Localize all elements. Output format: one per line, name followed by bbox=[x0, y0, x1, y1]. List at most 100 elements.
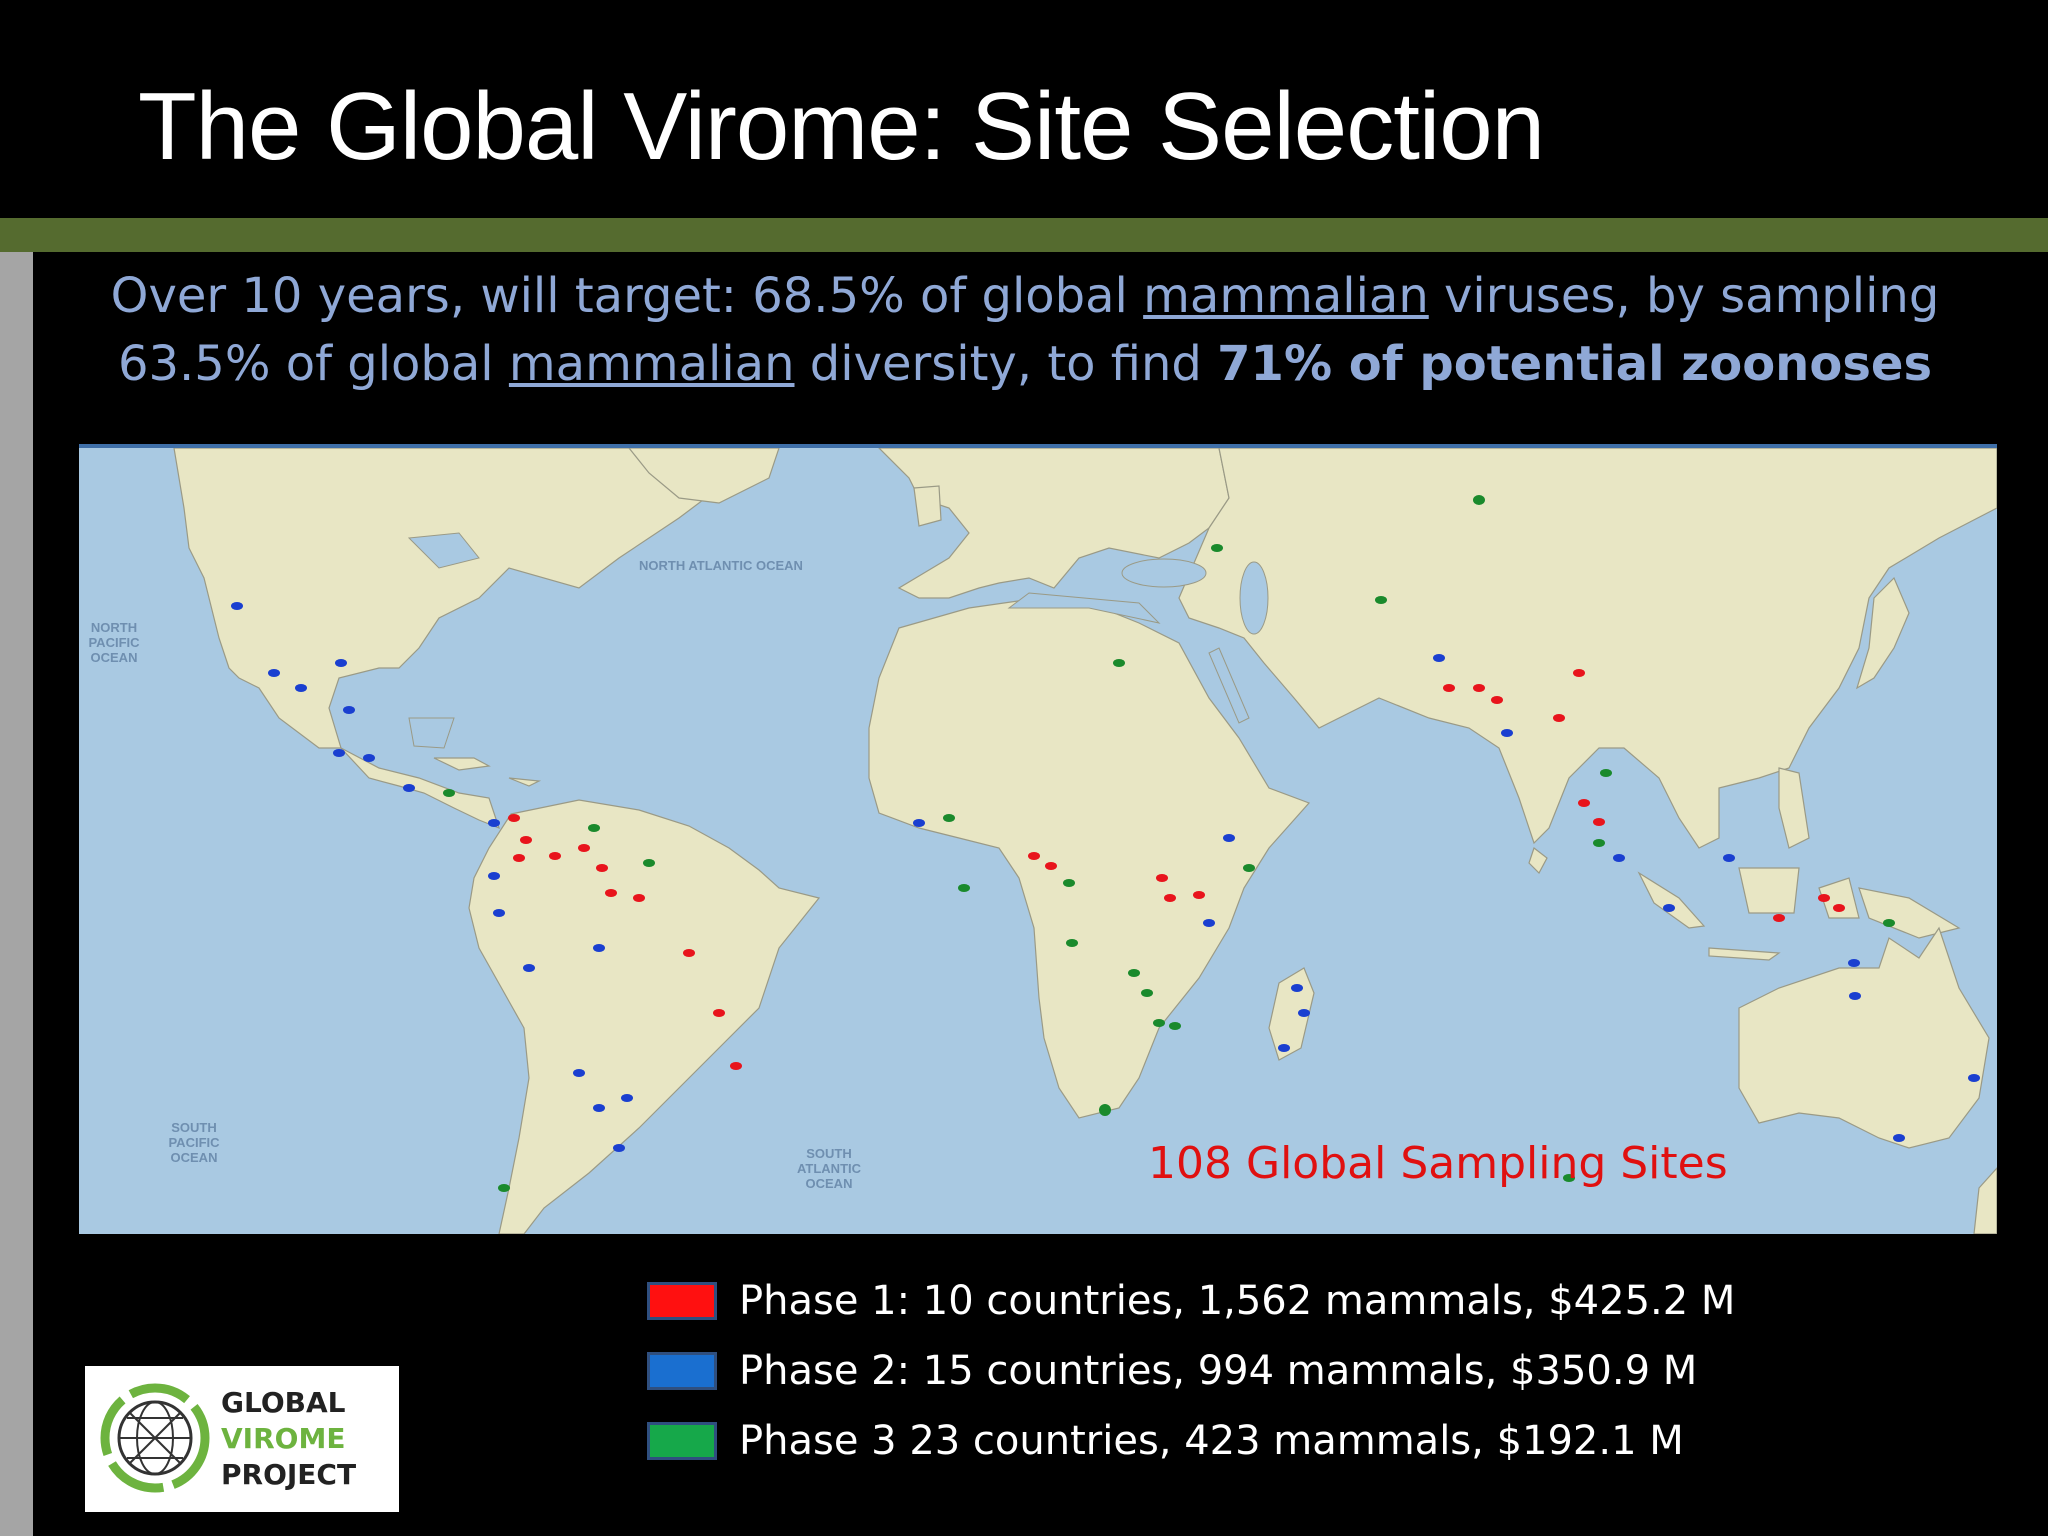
site-marker bbox=[1169, 1022, 1181, 1030]
site-marker bbox=[1223, 834, 1235, 842]
site-marker bbox=[1593, 839, 1605, 847]
site-marker bbox=[1501, 729, 1513, 737]
site-marker bbox=[1375, 596, 1387, 604]
site-marker bbox=[1600, 769, 1612, 777]
site-marker bbox=[1164, 894, 1176, 902]
site-marker bbox=[1113, 659, 1125, 667]
logo-text-line-3: PROJECT bbox=[221, 1458, 357, 1491]
site-marker bbox=[1553, 714, 1565, 722]
site-marker bbox=[1893, 1134, 1905, 1142]
site-marker bbox=[1833, 904, 1845, 912]
site-marker bbox=[1278, 1044, 1290, 1052]
site-marker bbox=[520, 836, 532, 844]
site-marker bbox=[523, 964, 535, 972]
title-bar: The Global Virome: Site Selection bbox=[0, 0, 2048, 218]
site-marker bbox=[1128, 969, 1140, 977]
site-marker bbox=[1243, 864, 1255, 872]
site-marker bbox=[1028, 852, 1040, 860]
ocean-label-north-pacific: NORTH PACIFIC OCEAN bbox=[88, 620, 140, 665]
site-marker bbox=[1066, 939, 1078, 947]
subtitle-text: 63.5% of global bbox=[117, 336, 509, 392]
site-marker bbox=[1045, 862, 1057, 870]
site-marker bbox=[513, 854, 525, 862]
site-marker bbox=[596, 864, 608, 872]
site-marker bbox=[498, 1184, 510, 1192]
site-marker bbox=[1473, 684, 1485, 692]
site-marker bbox=[1141, 989, 1153, 997]
world-map-canvas bbox=[79, 448, 1997, 1234]
site-marker bbox=[713, 1009, 725, 1017]
site-marker bbox=[1211, 544, 1223, 552]
slide-subtitle: Over 10 years, will target: 68.5% of glo… bbox=[60, 262, 1990, 398]
black-sea bbox=[1121, 558, 1207, 588]
site-marker bbox=[488, 819, 500, 827]
site-marker bbox=[335, 659, 347, 667]
ocean-label-south-pacific: SOUTH PACIFIC OCEAN bbox=[168, 1120, 220, 1165]
legend-swatch bbox=[647, 1422, 717, 1460]
site-marker bbox=[943, 814, 955, 822]
globe-network-icon bbox=[100, 1383, 210, 1493]
subtitle-emphasis: mammalian bbox=[508, 336, 795, 392]
site-marker bbox=[573, 1069, 585, 1077]
site-marker bbox=[493, 909, 505, 917]
logo-text-line-2: VIROME bbox=[221, 1422, 346, 1455]
legend-swatch bbox=[647, 1282, 717, 1320]
site-marker bbox=[1578, 799, 1590, 807]
caspian-sea bbox=[1239, 561, 1269, 635]
side-bar bbox=[0, 252, 33, 1536]
site-marker bbox=[1433, 654, 1445, 662]
uk-ireland bbox=[913, 485, 942, 527]
site-marker bbox=[1298, 1009, 1310, 1017]
site-marker bbox=[1968, 1074, 1980, 1082]
site-marker bbox=[1723, 854, 1735, 862]
site-marker bbox=[643, 859, 655, 867]
site-marker bbox=[1193, 891, 1205, 899]
site-marker bbox=[549, 852, 561, 860]
site-marker bbox=[578, 844, 590, 852]
site-marker bbox=[268, 669, 280, 677]
subtitle-line-1: Over 10 years, will target: 68.5% of glo… bbox=[60, 262, 1990, 330]
site-marker bbox=[1063, 879, 1075, 887]
slide-title: The Global Virome: Site Selection bbox=[138, 73, 1545, 180]
site-marker bbox=[295, 684, 307, 692]
site-marker bbox=[1291, 984, 1303, 992]
legend-label: Phase 2: 15 countries, 994 mammals, $350… bbox=[739, 1348, 1698, 1394]
site-marker bbox=[1848, 959, 1860, 967]
site-marker bbox=[363, 754, 375, 762]
site-marker bbox=[1156, 874, 1168, 882]
world-map: NORTH ATLANTIC OCEAN NORTH PACIFIC OCEAN… bbox=[79, 444, 1997, 1234]
global-virome-project-logo: GLOBAL VIROME PROJECT bbox=[85, 1366, 399, 1512]
accent-bar bbox=[0, 218, 2048, 252]
subtitle-text: diversity, to find bbox=[794, 336, 1218, 392]
site-marker bbox=[231, 602, 243, 610]
site-marker bbox=[333, 749, 345, 757]
legend-label: Phase 3 23 countries, 423 mammals, $192.… bbox=[739, 1418, 1684, 1464]
site-marker bbox=[683, 949, 695, 957]
ocean-label-north-atlantic: NORTH ATLANTIC OCEAN bbox=[639, 558, 803, 573]
site-marker bbox=[1593, 818, 1605, 826]
site-marker bbox=[1663, 904, 1675, 912]
site-marker bbox=[593, 1104, 605, 1112]
site-marker bbox=[343, 706, 355, 714]
legend-swatch bbox=[647, 1352, 717, 1390]
site-marker bbox=[1473, 495, 1485, 505]
site-marker bbox=[633, 894, 645, 902]
logo-text-line-1: GLOBAL bbox=[221, 1386, 346, 1419]
site-marker bbox=[593, 944, 605, 952]
subtitle-line-2: 63.5% of global mammalian diversity, to … bbox=[60, 330, 1990, 398]
site-marker bbox=[1443, 684, 1455, 692]
subtitle-text: viruses, by sampling bbox=[1428, 268, 1940, 324]
site-marker bbox=[1491, 696, 1503, 704]
site-marker bbox=[1613, 854, 1625, 862]
site-marker bbox=[588, 824, 600, 832]
site-marker bbox=[403, 784, 415, 792]
ocean-label-south-atlantic: SOUTH ATLANTIC OCEAN bbox=[796, 1146, 862, 1191]
site-marker bbox=[913, 819, 925, 827]
site-marker bbox=[1099, 1104, 1111, 1116]
site-marker bbox=[1203, 919, 1215, 927]
site-marker bbox=[613, 1144, 625, 1152]
site-marker bbox=[488, 872, 500, 880]
site-marker bbox=[508, 814, 520, 822]
subtitle-text: Over 10 years, will target: 68.5% of glo… bbox=[110, 268, 1144, 324]
site-marker bbox=[1883, 919, 1895, 927]
